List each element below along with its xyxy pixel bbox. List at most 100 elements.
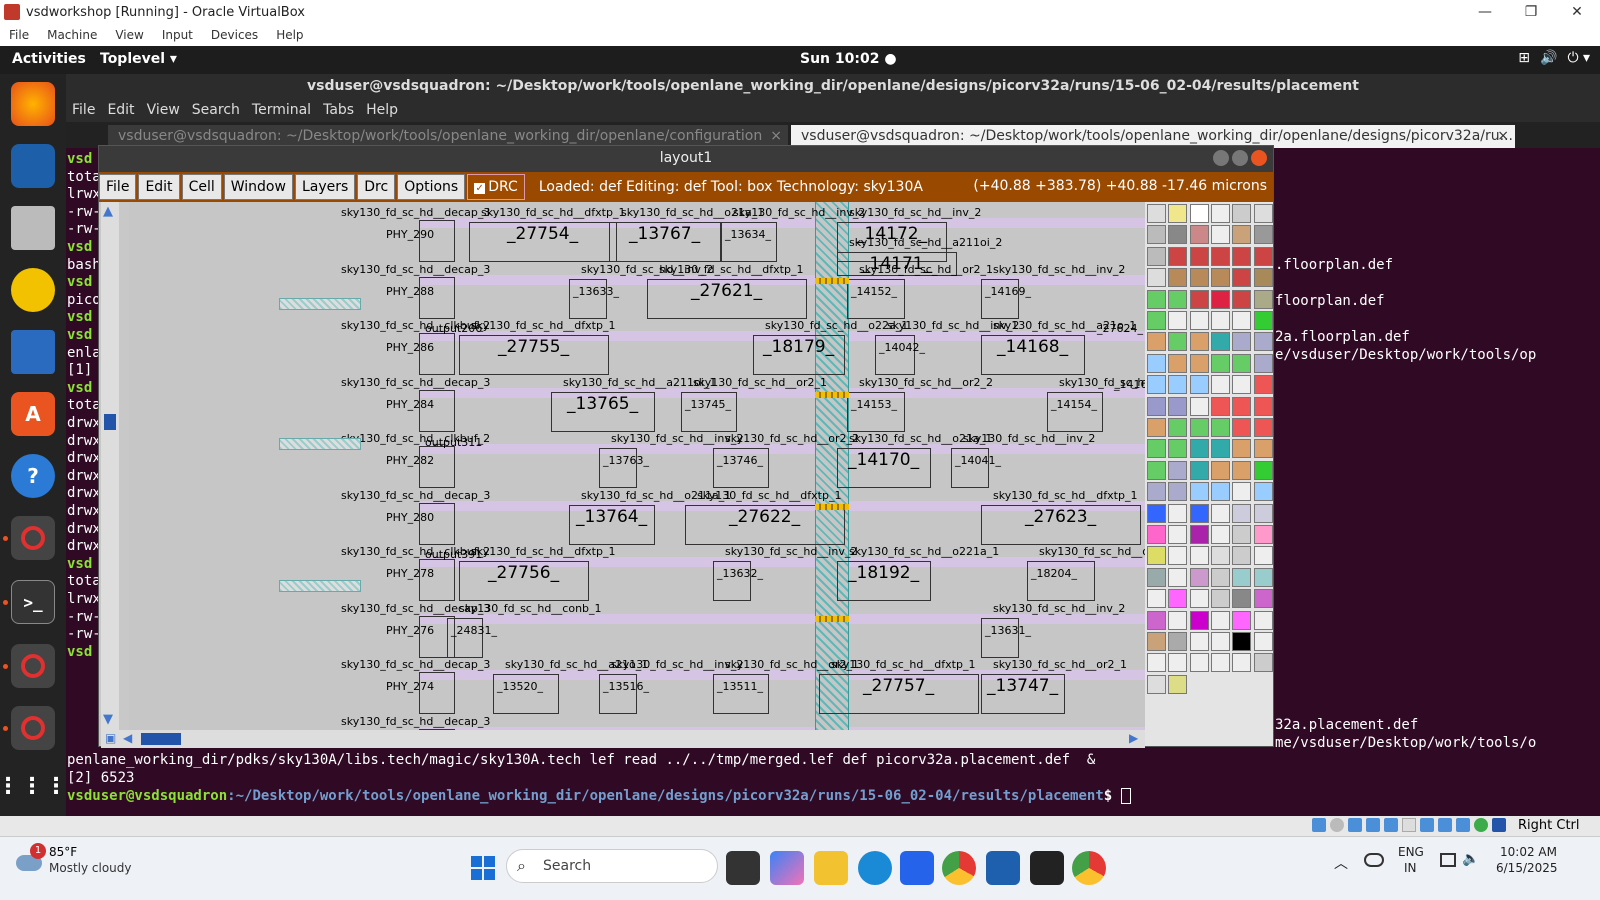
layer-swatch[interactable] (1253, 653, 1273, 673)
layer-swatch[interactable] (1210, 332, 1230, 352)
display-icon[interactable] (1420, 818, 1434, 832)
layer-swatch[interactable] (1189, 589, 1209, 609)
layer-swatch[interactable] (1232, 311, 1252, 330)
thunderbird-icon[interactable] (11, 144, 55, 188)
clapper-app-icon[interactable] (1030, 851, 1064, 885)
layer-swatch[interactable] (1189, 375, 1209, 395)
layer-swatch[interactable] (1253, 225, 1273, 245)
layer-swatch[interactable] (1189, 396, 1209, 416)
layer-swatch[interactable] (1168, 439, 1188, 459)
layer-swatch[interactable] (1168, 589, 1188, 609)
layer-swatch[interactable] (1147, 674, 1166, 694)
layer-swatch[interactable] (1210, 525, 1230, 544)
weather-widget[interactable]: 1 (16, 843, 46, 875)
layer-swatch[interactable] (1168, 460, 1188, 480)
layer-swatch[interactable] (1253, 589, 1273, 609)
layer-swatch[interactable] (1189, 225, 1209, 245)
layer-swatch[interactable] (1147, 546, 1166, 566)
layer-swatch[interactable] (1253, 546, 1273, 566)
layer-swatch[interactable] (1232, 653, 1252, 673)
shared-folder-icon[interactable] (1402, 818, 1416, 832)
magic-maximize-button[interactable] (1232, 150, 1248, 166)
layer-swatch[interactable] (1253, 439, 1273, 459)
layer-swatch[interactable] (1189, 246, 1209, 266)
rhythmbox-icon[interactable] (11, 268, 55, 312)
activities-button[interactable]: Activities (12, 51, 86, 67)
layer-swatch[interactable] (1168, 353, 1188, 373)
drc-toggle[interactable]: ✓ DRC (467, 174, 525, 200)
layer-swatch[interactable] (1210, 567, 1230, 587)
magic-menu-file[interactable]: File (99, 174, 137, 200)
layer-swatch[interactable] (1168, 289, 1188, 309)
magic-close-button[interactable] (1251, 150, 1267, 166)
scroll-thumb[interactable] (104, 414, 116, 430)
onedrive-icon[interactable] (1364, 853, 1384, 867)
layer-swatch[interactable] (1210, 589, 1230, 609)
layer-swatch[interactable] (1147, 418, 1166, 437)
taskbar-time[interactable]: 10:02 AM (1500, 845, 1557, 859)
layer-swatch[interactable] (1232, 610, 1252, 630)
layer-swatch[interactable] (1253, 525, 1273, 544)
layer-swatch[interactable] (1147, 396, 1166, 416)
terminal-prompt[interactable]: vsduser@vsdsquadron:~/Desktop/work/tools… (67, 787, 1131, 805)
blocked-app-icon[interactable] (11, 516, 55, 560)
layer-swatch[interactable] (1168, 525, 1188, 544)
layer-swatch[interactable] (1168, 567, 1188, 587)
network-icon[interactable]: ⊞ (1518, 50, 1530, 66)
tray-overflow-icon[interactable]: ︿ (1334, 853, 1348, 873)
term-menu-search[interactable]: Search (186, 102, 246, 118)
virtualbox-taskbar-icon[interactable] (986, 851, 1020, 885)
magic-menu-edit[interactable]: Edit (138, 174, 180, 200)
layer-swatch[interactable] (1253, 632, 1273, 651)
layer-swatch[interactable] (1189, 439, 1209, 459)
layer-palette[interactable] (1145, 202, 1273, 746)
layer-swatch[interactable] (1168, 632, 1188, 651)
layer-swatch[interactable] (1210, 396, 1230, 416)
term-menu-terminal[interactable]: Terminal (246, 102, 317, 118)
blocked-app-icon[interactable] (11, 644, 55, 688)
layer-swatch[interactable] (1210, 311, 1230, 330)
layer-swatch[interactable] (1147, 353, 1166, 373)
layer-swatch[interactable] (1210, 375, 1230, 395)
cpu-icon[interactable] (1456, 818, 1470, 832)
layer-swatch[interactable] (1147, 268, 1166, 288)
usb-icon[interactable] (1384, 818, 1398, 832)
layer-swatch[interactable] (1147, 311, 1166, 330)
layer-swatch[interactable] (1232, 439, 1252, 459)
audio-icon[interactable] (1348, 818, 1362, 832)
layer-swatch[interactable] (1210, 503, 1230, 523)
layer-swatch[interactable] (1253, 418, 1273, 437)
menu-input[interactable]: Input (153, 28, 202, 42)
language-in[interactable]: IN (1404, 861, 1417, 875)
menu-devices[interactable]: Devices (202, 28, 267, 42)
scroll-right-icon[interactable]: ▶ (1129, 731, 1138, 745)
minimize-button[interactable]: — (1462, 0, 1508, 24)
blocked-app-icon[interactable] (11, 706, 55, 750)
layer-swatch[interactable] (1232, 268, 1252, 288)
layer-swatch[interactable] (1232, 246, 1252, 266)
layer-swatch[interactable] (1232, 482, 1252, 502)
magic-menu-layers[interactable]: Layers (294, 174, 356, 200)
layer-swatch[interactable] (1168, 418, 1188, 437)
magic-menu-window[interactable]: Window (223, 174, 293, 200)
layer-swatch[interactable] (1210, 439, 1230, 459)
layer-swatch[interactable] (1189, 460, 1209, 480)
layer-swatch[interactable] (1232, 460, 1252, 480)
store-icon[interactable] (900, 851, 934, 885)
scroll-left-icon[interactable]: ◀ (123, 731, 132, 745)
layer-swatch[interactable] (1189, 204, 1209, 223)
layer-swatch[interactable] (1189, 567, 1209, 587)
layer-swatch[interactable] (1253, 311, 1273, 330)
layer-swatch[interactable] (1210, 353, 1230, 373)
toplevel-menu[interactable]: Toplevel ▾ (100, 51, 177, 67)
layer-swatch[interactable] (1232, 204, 1252, 223)
layer-swatch[interactable] (1189, 311, 1209, 330)
layer-swatch[interactable] (1253, 332, 1273, 352)
layout-canvas[interactable]: sky130_fd_sc_hd__decap_3 PHY_290 sky130_fd… (129, 202, 1145, 730)
power-icon[interactable]: ⏻ ▾ (1567, 50, 1590, 66)
term-menu-view[interactable]: View (141, 102, 186, 118)
layer-swatch[interactable] (1189, 653, 1209, 673)
layer-swatch[interactable] (1232, 525, 1252, 544)
show-apps-icon[interactable]: ⋮⋮⋮ (0, 764, 67, 808)
layer-swatch[interactable] (1189, 353, 1209, 373)
